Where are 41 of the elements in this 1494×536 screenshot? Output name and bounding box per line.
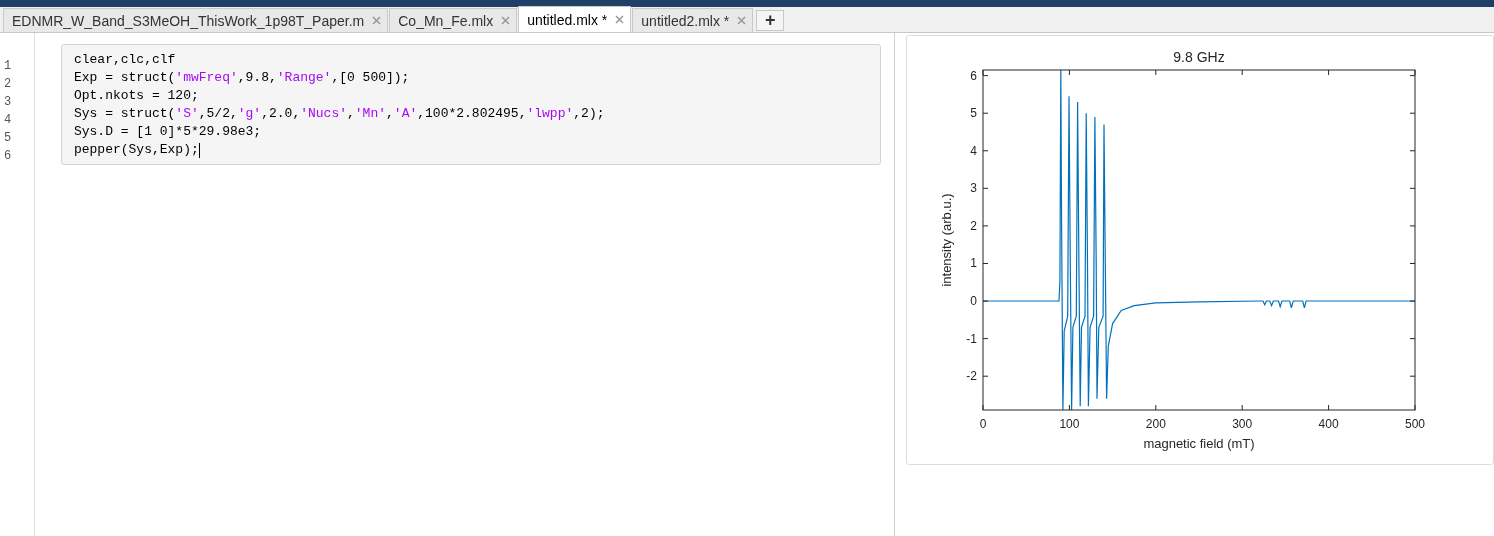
line-number: 2 — [3, 76, 13, 93]
x-tick-label: 200 — [1145, 417, 1166, 431]
y-tick-label: 3 — [970, 181, 977, 196]
file-tab[interactable]: untitled.mlx * — [518, 6, 632, 32]
file-tab[interactable]: EDNMR_W_Band_S3MeOH_ThisWork_1p98T_Paper.m — [3, 8, 389, 32]
x-tick-label: 400 — [1318, 417, 1339, 431]
code-line: clear,clc,clf — [73, 51, 176, 69]
code-line: Sys.D = [1 0]*5*29.98e3; — [73, 123, 262, 141]
x-axis-label: magnetic field (mT) — [1143, 436, 1255, 451]
code-line: Sys = struct('S',5/2,'g',2.0,'Nucs','Mn','A',100*2.802495,'lwpp',2); — [73, 105, 605, 123]
y-tick-label: 2 — [970, 218, 977, 233]
y-tick-label: 6 — [970, 68, 977, 83]
x-tick-label: 100 — [1059, 417, 1080, 431]
code-line: Exp = struct('mwFreq',9.8,'Range',[0 500]); — [73, 69, 410, 87]
y-tick-label: 5 — [970, 106, 977, 121]
y-tick-label: -1 — [966, 331, 977, 346]
code-line: pepper(Sys,Exp); — [73, 141, 199, 159]
x-tick-label: 500 — [1405, 417, 1425, 431]
x-tick-label: 300 — [1232, 417, 1253, 431]
file-tab[interactable]: untitled2.mlx * — [632, 8, 754, 32]
line-number: 5 — [3, 130, 13, 147]
close-icon[interactable] — [615, 15, 625, 24]
line-number: 3 — [3, 94, 13, 111]
code-cell[interactable]: clear,clc,clf Exp = struct('mwFreq',9.8,'Range',[0 500]); Opt.nkots = 120; Sys = struct('S',5/2,'g',2.0,'Nucs','Mn','A',100*2.802495,'lwpp',2); Sys.D = [1 0]*5*29.98e3; pepper(Sys,Exp); — [60, 44, 881, 165]
y-tick-label: 1 — [970, 256, 977, 271]
text-cursor — [198, 142, 200, 158]
y-axis-label: intensity (arb.u.) — [939, 193, 954, 287]
file-tab[interactable]: Co_Mn_Fe.mlx — [389, 8, 518, 32]
line-number: 4 — [3, 112, 13, 129]
line-number: 1 — [3, 58, 13, 75]
close-icon[interactable] — [372, 16, 382, 25]
close-icon[interactable] — [737, 16, 747, 25]
y-tick-label: -2 — [966, 369, 977, 384]
close-icon[interactable] — [501, 16, 511, 25]
code-line: Opt.nkots = 120; — [73, 87, 199, 105]
line-number: 6 — [3, 148, 13, 165]
y-tick-label: 4 — [970, 143, 977, 158]
x-tick-label: 0 — [979, 417, 987, 431]
add-tab-button[interactable]: + — [756, 10, 785, 31]
y-tick-label: 0 — [970, 294, 977, 309]
chart-title: 9.8 GHz — [1173, 49, 1225, 65]
